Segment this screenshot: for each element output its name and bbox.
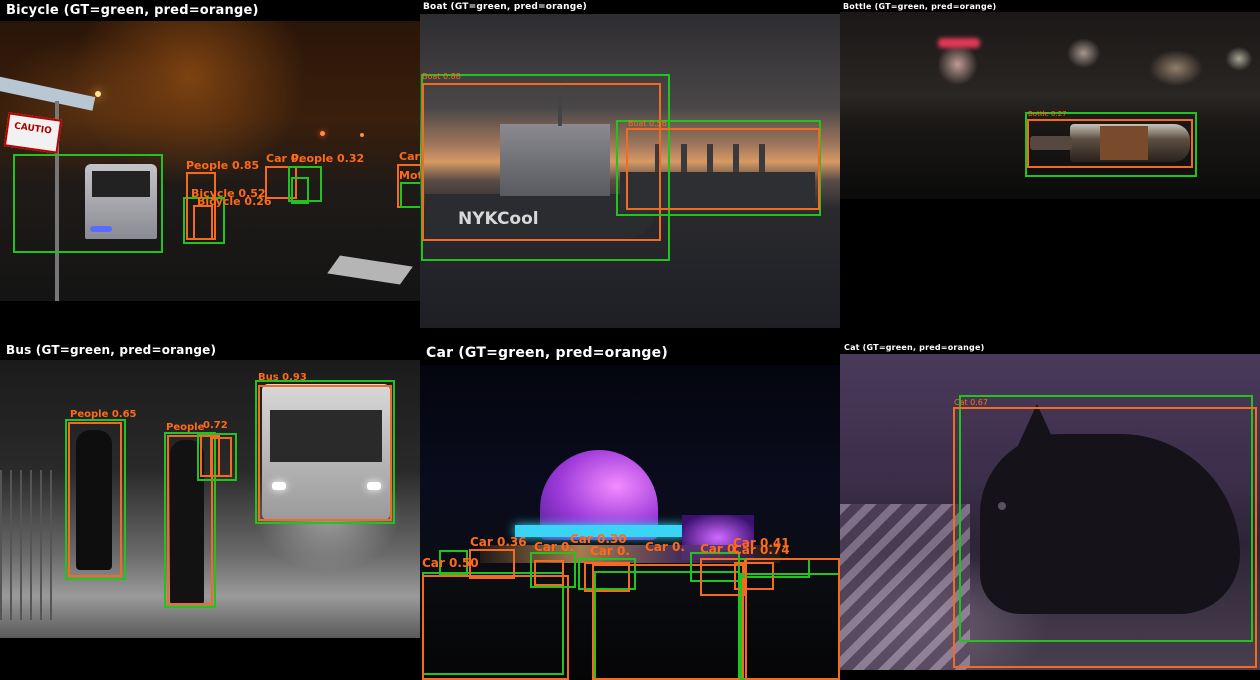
pred-label: Car <box>399 150 420 163</box>
panel-bicycle: Bicycle (GT=green, pred=orange) CAUTIO P… <box>0 0 420 340</box>
railing <box>0 470 60 620</box>
pred-label: Cat 0.67 <box>954 398 988 407</box>
panel-title: Cat (GT=green, pred=orange) <box>844 343 985 352</box>
gt-box <box>400 182 420 208</box>
pred-label: Mot <box>399 169 420 182</box>
pred-box <box>422 575 569 680</box>
road-arrow <box>327 255 413 285</box>
street-light <box>360 133 364 137</box>
pred-label: People 0.85 <box>186 159 260 172</box>
pred-label: Bus 0.93 <box>258 372 307 383</box>
panel-title: Bottle (GT=green, pred=orange) <box>843 2 997 11</box>
panel-cat: Cat (GT=green, pred=orange) Cat 0.67 <box>840 340 1260 680</box>
gt-box <box>291 177 309 204</box>
street-light <box>320 131 325 136</box>
pred-box <box>68 422 122 577</box>
pred-label: People <box>166 422 205 433</box>
pred-label: Bicycle 0.26 <box>197 195 272 208</box>
panel-title: Bus (GT=green, pred=orange) <box>6 343 217 357</box>
pred-label: 0.72 <box>203 420 228 431</box>
panel-bottle: Bottle (GT=green, pred=orange) Bottle 0.… <box>840 0 1260 340</box>
panel-title: Boat (GT=green, pred=orange) <box>423 2 587 12</box>
pred-label: People 0.65 <box>70 409 137 420</box>
pred-box <box>210 437 232 477</box>
pred-box <box>626 128 820 210</box>
street-light <box>95 91 101 97</box>
pred-box <box>193 205 213 240</box>
pred-label: Car 0. <box>590 544 630 558</box>
pred-box <box>1027 119 1193 168</box>
panel-title: Bicycle (GT=green, pred=orange) <box>6 3 259 18</box>
pred-label: Car 0.36 <box>470 535 527 549</box>
pred-label: Boat 0.88 <box>422 72 461 81</box>
shelter-roof <box>0 75 96 111</box>
pred-label: People 0.32 <box>291 152 365 165</box>
panel-car: Car (GT=green, pred=orange) Car 0.50 Car… <box>420 340 840 680</box>
red-sign <box>938 38 980 48</box>
panel-bus: Bus (GT=green, pred=orange) People 0.65 … <box>0 340 420 680</box>
blanket <box>840 504 970 670</box>
pred-label: Car 0. <box>534 540 574 554</box>
panel-boat: Boat (GT=green, pred=orange) NYKCool Boa… <box>420 0 840 340</box>
pred-label: Boat 0.56 <box>628 119 667 128</box>
pred-box <box>534 560 564 586</box>
pred-label: Bottle 0.27 <box>1028 110 1067 118</box>
pred-label: Car 0.50 <box>422 556 479 570</box>
gt-box <box>13 154 163 253</box>
pred-box <box>258 385 392 521</box>
panel-title: Car (GT=green, pred=orange) <box>426 345 668 361</box>
pred-box <box>953 407 1257 668</box>
pred-box <box>745 558 840 680</box>
pred-label: Car 0. <box>645 540 685 554</box>
pred-label: Car 0.74 <box>733 543 790 557</box>
